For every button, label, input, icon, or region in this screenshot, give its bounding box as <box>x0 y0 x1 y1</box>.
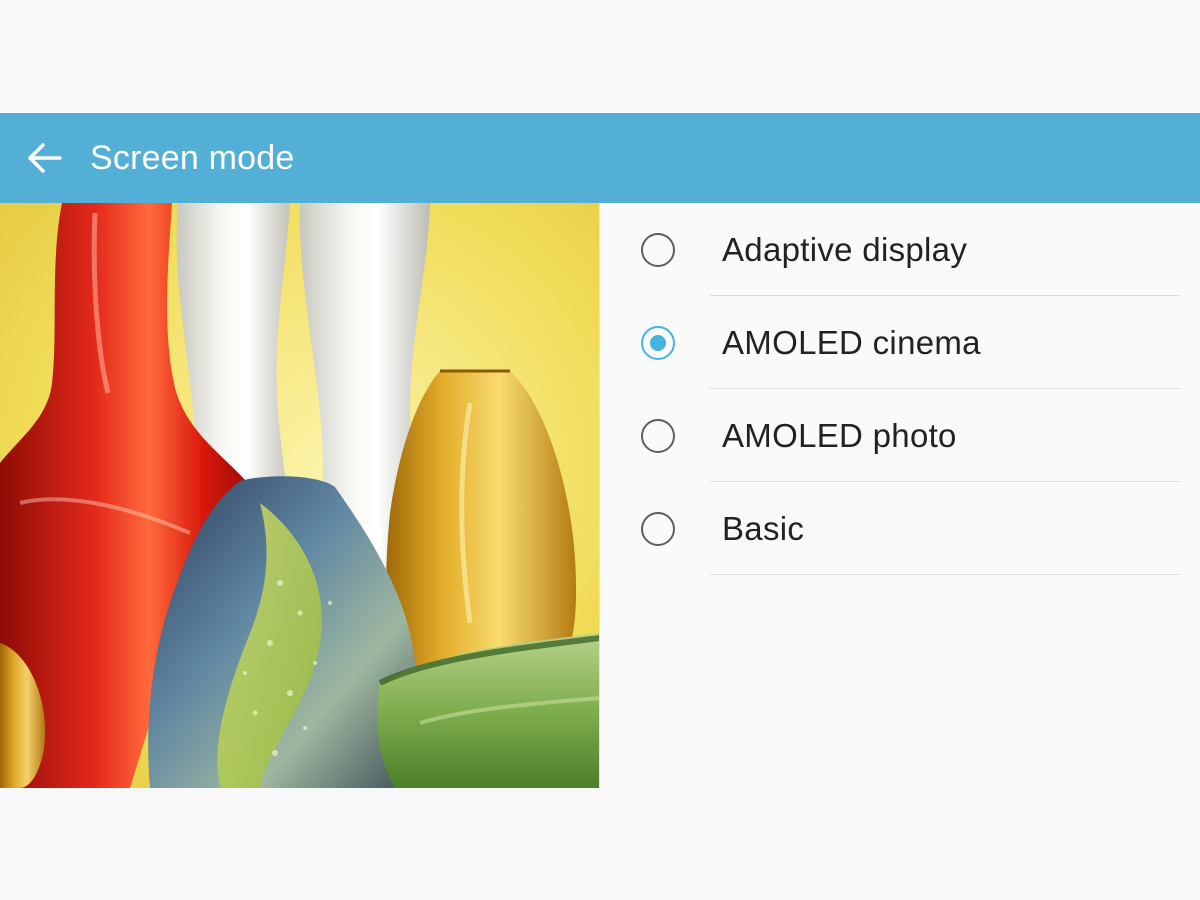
content-area: Adaptive display AMOLED cinema AMOLED ph… <box>0 203 1200 788</box>
preview-image <box>0 203 600 788</box>
radio-dot <box>650 334 666 351</box>
option-label: AMOLED photo <box>722 416 957 454</box>
option-label: Adaptive display <box>722 230 968 268</box>
option-amoled-photo[interactable]: AMOLED photo <box>600 389 1200 482</box>
arrow-left-icon <box>28 143 62 173</box>
option-basic[interactable]: Basic <box>600 482 1200 575</box>
option-amoled-cinema[interactable]: AMOLED cinema <box>600 296 1200 389</box>
option-adaptive-display[interactable]: Adaptive display <box>600 203 1200 296</box>
radio-button-selected[interactable] <box>641 325 675 360</box>
option-label: Basic <box>722 509 805 547</box>
option-label: AMOLED cinema <box>722 323 981 361</box>
back-button[interactable] <box>0 113 90 203</box>
bottom-area <box>0 788 1200 900</box>
radio-button[interactable] <box>641 232 675 267</box>
radio-button[interactable] <box>641 418 675 453</box>
screen-mode-options: Adaptive display AMOLED cinema AMOLED ph… <box>600 203 1200 788</box>
app-bar: Screen mode <box>0 113 1200 203</box>
page-title: Screen mode <box>90 138 295 177</box>
divider <box>710 574 1180 575</box>
status-area <box>0 0 1200 113</box>
radio-button[interactable] <box>641 511 675 546</box>
